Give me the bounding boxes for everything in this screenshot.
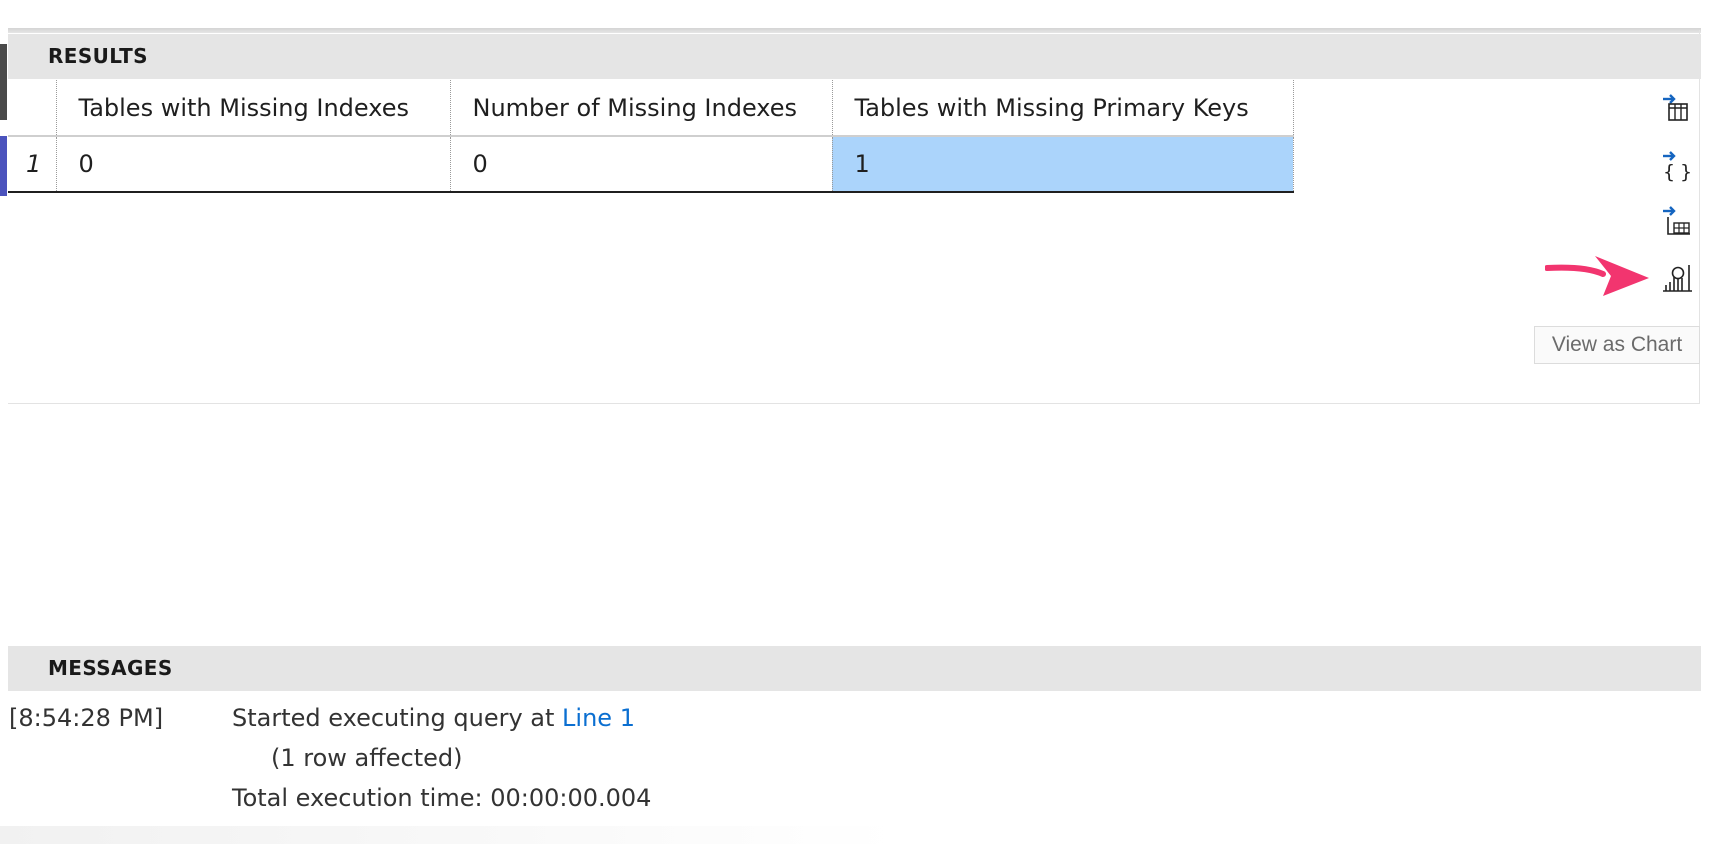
bottom-fade xyxy=(0,826,900,844)
row-number-header[interactable] xyxy=(8,80,57,137)
row-number[interactable]: 1 xyxy=(8,136,57,193)
column-header-tables-missing-primary-keys[interactable]: Tables with Missing Primary Keys xyxy=(832,80,1294,137)
message-text: Started executing query at xyxy=(232,704,563,732)
left-gutter-dark xyxy=(0,44,7,120)
annotation-arrow xyxy=(1545,256,1649,296)
message-line-started: Started executing query at Line 1 xyxy=(232,704,635,732)
grid-cell-selected[interactable]: 1 xyxy=(832,136,1294,193)
line-link[interactable]: Line 1 xyxy=(562,704,635,732)
column-header-number-missing-indexes[interactable]: Number of Missing Indexes xyxy=(450,80,833,137)
view-as-chart-tooltip: View as Chart xyxy=(1534,326,1700,364)
grid-cell[interactable]: 0 xyxy=(56,136,451,193)
message-line-execution-time: Total execution time: 00:00:00.004 xyxy=(232,784,652,812)
svg-text:}: } xyxy=(1680,161,1692,183)
messages-section-header[interactable]: MESSAGES xyxy=(8,646,1701,691)
column-header-tables-missing-indexes[interactable]: Tables with Missing Indexes xyxy=(56,80,451,137)
results-title: RESULTS xyxy=(48,44,148,68)
export-table-icon[interactable] xyxy=(1660,91,1694,125)
export-excel-icon[interactable] xyxy=(1660,204,1694,238)
grid-cell[interactable]: 0 xyxy=(450,136,833,193)
svg-text:{: { xyxy=(1663,161,1675,183)
table-row[interactable]: 1 0 0 1 xyxy=(8,136,1294,193)
chart-icon[interactable] xyxy=(1660,260,1694,294)
messages-title: MESSAGES xyxy=(48,656,173,680)
export-json-icon[interactable]: { } xyxy=(1660,149,1694,183)
grid-header-row: Tables with Missing Indexes Number of Mi… xyxy=(8,80,1294,137)
results-grid[interactable]: Tables with Missing Indexes Number of Mi… xyxy=(8,80,1294,193)
left-gutter-selection xyxy=(0,136,7,196)
message-timestamp: [8:54:28 PM] xyxy=(9,704,164,732)
results-section-header[interactable]: RESULTS xyxy=(8,34,1701,79)
message-line-rows-affected: (1 row affected) xyxy=(271,744,463,772)
